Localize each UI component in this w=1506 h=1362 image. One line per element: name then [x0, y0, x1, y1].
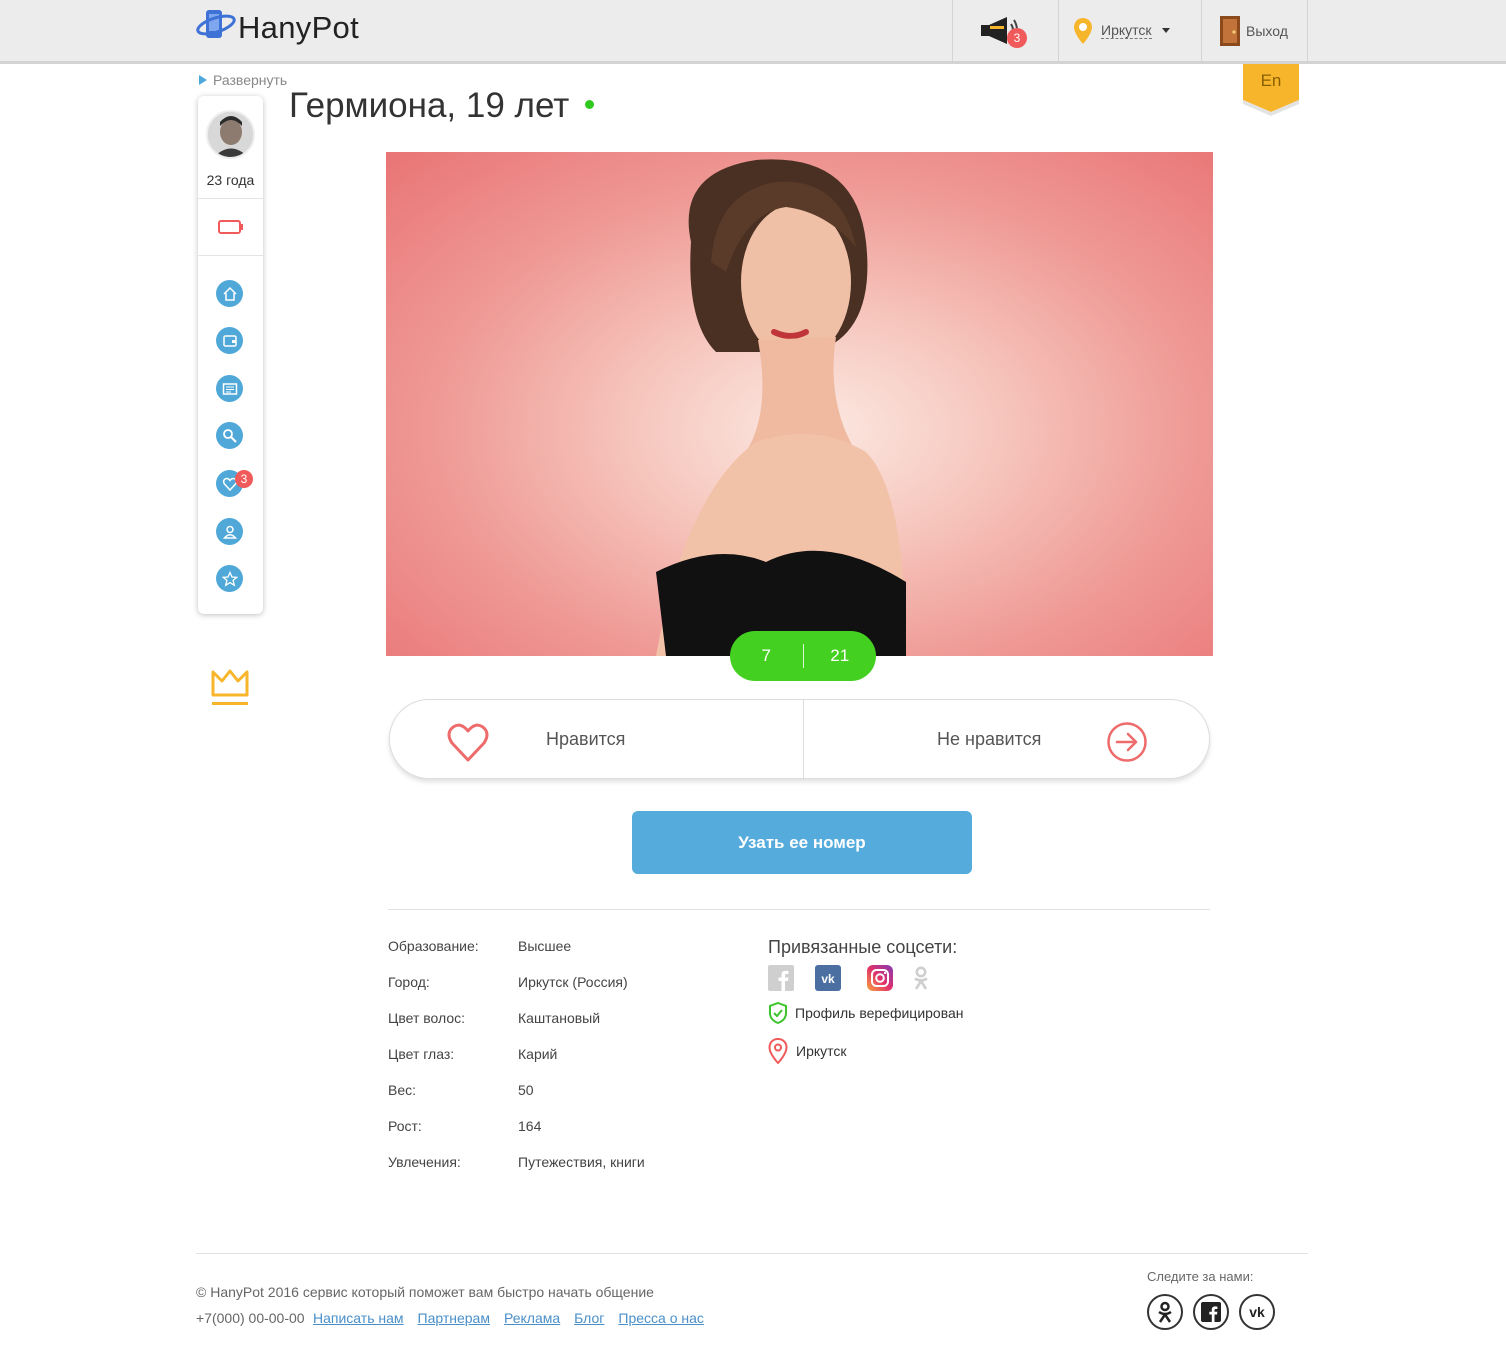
logout-label: Выход: [1246, 22, 1288, 39]
footer-link-contact[interactable]: Написать нам: [313, 1310, 404, 1326]
door-icon: [1220, 15, 1240, 46]
verified-label: Профиль верефицирован: [795, 1005, 964, 1021]
divider: [388, 909, 1210, 910]
logo-text: HanyPot: [238, 10, 359, 45]
detail-value: Путежествия, книги: [518, 1154, 645, 1170]
like-button[interactable]: Нравится: [390, 700, 804, 780]
location-label: Иркутск: [796, 1043, 847, 1059]
photo-total: 21: [830, 646, 850, 665]
divider: [198, 198, 263, 199]
odnoklassniki-icon[interactable]: [908, 965, 934, 991]
detail-value: Карий: [518, 1046, 558, 1062]
nav-home[interactable]: [216, 280, 243, 307]
location-pin-icon: [1074, 17, 1092, 44]
photo-current: 7: [761, 646, 771, 665]
profile-location: Иркутск: [768, 1038, 847, 1064]
vote-bar: Нравится Не нравится: [389, 699, 1210, 780]
city-name: Иркутск: [1101, 22, 1152, 39]
svg-text:vk: vk: [821, 972, 835, 986]
get-number-button[interactable]: Узать ее номер: [632, 811, 972, 874]
facebook-icon: [1201, 1302, 1221, 1322]
play-arrow-icon: [199, 75, 207, 85]
footer-link-ads[interactable]: Реклама: [504, 1310, 560, 1326]
detail-value: Иркутск (Россия): [518, 974, 628, 990]
nav-profile[interactable]: [216, 518, 243, 545]
detail-label: Увлечения:: [388, 1154, 461, 1170]
copyright-text: © HanyPot 2016 сервис который поможет ва…: [196, 1284, 654, 1300]
dislike-label: Не нравится: [937, 729, 1042, 749]
search-icon: [222, 428, 237, 443]
user-age: 23 года: [206, 172, 255, 188]
footer-odnoklassniki-button[interactable]: [1147, 1294, 1183, 1330]
online-status-dot: [585, 100, 594, 109]
instagram-icon[interactable]: [867, 965, 893, 991]
nav-messages[interactable]: [216, 375, 243, 402]
nav-search[interactable]: [216, 422, 243, 449]
logout-button[interactable]: Выход: [1201, 0, 1308, 61]
heart-outline-icon: [447, 723, 489, 762]
likes-badge: 3: [235, 470, 253, 488]
footer-links: Написать нам Партнерам Реклама Блог Прес…: [313, 1310, 704, 1326]
shield-check-icon: [769, 1002, 787, 1024]
location-pin-icon: [768, 1038, 788, 1064]
top-header: HanyPot 3 Иркутск Выход: [0, 0, 1506, 64]
notifications-badge: 3: [1007, 28, 1027, 48]
detail-value: Высшее: [518, 938, 572, 954]
arrow-right-circle-icon: [1107, 722, 1147, 762]
like-label: Нравится: [546, 729, 626, 749]
messages-icon: [222, 382, 237, 395]
detail-label: Образование:: [388, 938, 479, 954]
expand-sidebar-link[interactable]: Развернуть: [199, 72, 287, 88]
facebook-icon[interactable]: [768, 965, 794, 991]
detail-label: Цвет волос:: [388, 1010, 466, 1026]
footer-link-partners[interactable]: Партнерам: [418, 1310, 490, 1326]
avatar[interactable]: [206, 110, 255, 159]
footer-divider: [196, 1253, 1308, 1254]
linked-socials-title: Привязанные соцсети:: [768, 937, 958, 957]
logo[interactable]: HanyPot: [196, 8, 359, 48]
vk-icon[interactable]: vk: [815, 965, 841, 991]
logo-icon: [196, 8, 238, 48]
dislike-button[interactable]: Не нравится: [804, 700, 1210, 780]
photo-counter[interactable]: 7 21: [730, 631, 876, 681]
footer-link-press[interactable]: Пресса о нас: [618, 1310, 704, 1326]
detail-label: Город:: [388, 974, 430, 990]
user-icon: [222, 525, 237, 539]
svg-text:vk: vk: [1249, 1304, 1265, 1320]
chevron-down-icon: [1161, 28, 1170, 33]
footer-vk-button[interactable]: vk: [1239, 1294, 1275, 1330]
follow-us-label: Следите за нами:: [1147, 1269, 1254, 1284]
detail-label: Вес:: [388, 1082, 417, 1098]
divider: [198, 255, 263, 256]
detail-label: Рост:: [388, 1118, 422, 1134]
footer-phone: +7(000) 00-00-00: [196, 1310, 305, 1326]
city-selector[interactable]: Иркутск: [1058, 0, 1201, 61]
crown-icon[interactable]: [210, 667, 250, 712]
language-switch[interactable]: En: [1243, 64, 1299, 116]
portrait-illustration: [656, 159, 906, 656]
nav-wallet[interactable]: [216, 327, 243, 354]
detail-value: 164: [518, 1118, 542, 1134]
notifications-button[interactable]: 3: [952, 0, 1058, 61]
verified-status: Профиль верефицирован: [768, 1002, 964, 1024]
language-label: En: [1260, 71, 1282, 90]
expand-label: Развернуть: [213, 72, 288, 88]
wallet-icon: [222, 334, 237, 347]
profile-photo[interactable]: [386, 152, 1213, 656]
detail-label: Цвет глаз:: [388, 1046, 455, 1062]
sidebar: 23 года 3: [198, 96, 263, 614]
footer-link-blog[interactable]: Блог: [574, 1310, 604, 1326]
vk-icon: vk: [1249, 1304, 1265, 1320]
odnoklassniki-icon: [1158, 1301, 1172, 1323]
nav-favorites[interactable]: [216, 565, 243, 592]
home-icon: [222, 286, 237, 301]
battery-icon[interactable]: [218, 220, 244, 239]
detail-value: Каштановый: [518, 1010, 601, 1026]
star-icon: [221, 570, 238, 587]
profile-title: Гермиона, 19 лет: [289, 86, 570, 125]
footer-facebook-button[interactable]: [1193, 1294, 1229, 1330]
detail-value: 50: [518, 1082, 534, 1098]
